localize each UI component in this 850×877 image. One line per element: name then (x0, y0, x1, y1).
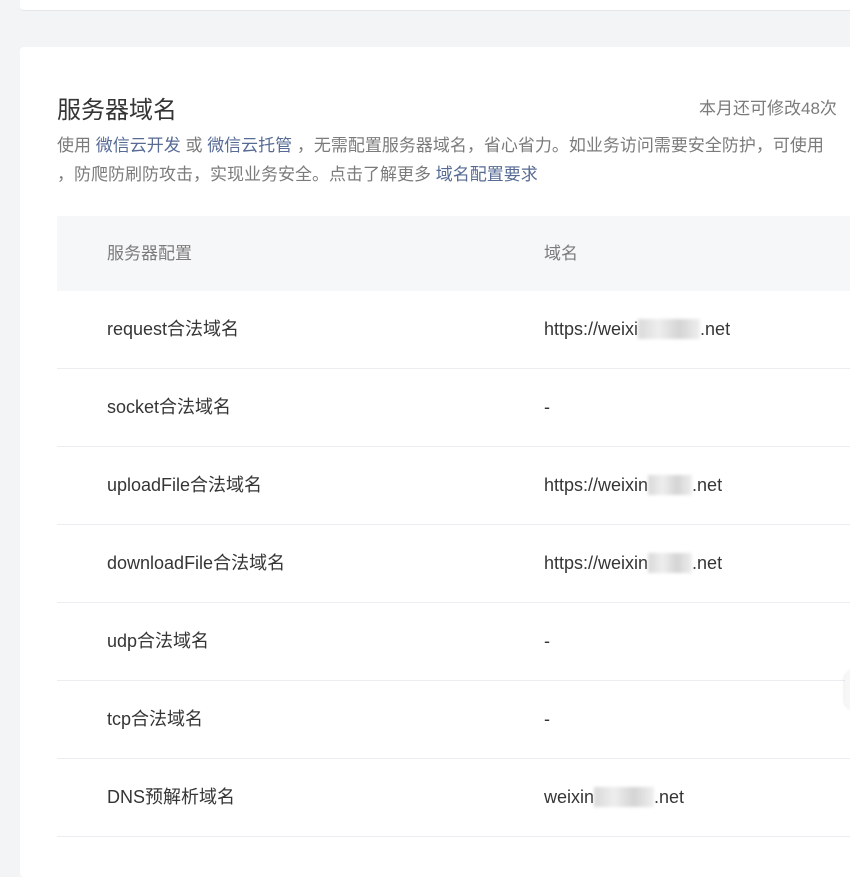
domain-prefix: https://weixi (544, 319, 639, 339)
row-config-label: uploadFile合法域名 (107, 475, 263, 495)
row-config-label: socket合法域名 (107, 397, 232, 417)
table-row: request合法域名 https://weixi .net (57, 291, 850, 369)
domain-prefix: - (544, 631, 550, 651)
domain-suffix: .net (654, 787, 685, 807)
domain-prefix: - (544, 397, 550, 417)
masked-domain (638, 318, 701, 339)
table-row: DNS预解析域名 weixin .net (57, 759, 850, 837)
floating-side-tab[interactable] (845, 670, 850, 710)
desc-mid: ，无需配置服务器域名，省心省力。如业务访问需要安全防护，可使用 (292, 136, 824, 155)
row-domain-value: - (544, 681, 550, 758)
header-domain: 域名 (544, 244, 578, 263)
domain-table: 服务器配置 域名 request合法域名 https://weixi .net s… (57, 216, 850, 837)
row-config-label: downloadFile合法域名 (107, 553, 286, 573)
row-config-label: tcp合法域名 (107, 709, 204, 729)
domain-prefix: https://weixin (544, 475, 649, 495)
masked-domain (648, 552, 693, 573)
row-domain-value: https://weixi .net (544, 291, 730, 368)
domain-prefix: - (544, 709, 550, 729)
description-line-1: 使用 微信云开发 或 微信云托管 ，无需配置服务器域名，省心省力。如业务访问需要… (57, 131, 850, 160)
table-row: socket合法域名 - (57, 369, 850, 447)
row-domain-value: https://weixin .net (544, 447, 722, 524)
description-line-2: ，防爬防刷防攻击，实现业务安全。点击了解更多 域名配置要求 (57, 160, 850, 189)
row-config-label: DNS预解析域名 (107, 787, 236, 807)
row-domain-value: - (544, 603, 550, 680)
domain-prefix: weixin (544, 787, 595, 807)
row-domain-value: https://weixin .net (544, 525, 722, 602)
cloud-dev-link[interactable]: 微信云开发 (96, 136, 181, 155)
row-config-label: request合法域名 (107, 319, 240, 339)
desc-prefix: 使用 (57, 136, 96, 155)
table-row: downloadFile合法域名 https://weixin .net (57, 525, 850, 603)
desc-line2: ，防爬防刷防攻击，实现业务安全。点击了解更多 (57, 165, 436, 184)
cloud-host-link[interactable]: 微信云托管 (207, 136, 292, 155)
domain-prefix: https://weixin (544, 553, 649, 573)
masked-domain (648, 474, 693, 495)
row-config-label: udp合法域名 (107, 631, 210, 651)
table-row: udp合法域名 - (57, 603, 850, 681)
desc-or: 或 (180, 136, 208, 155)
section-description: 使用 微信云开发 或 微信云托管 ，无需配置服务器域名，省心省力。如业务访问需要… (57, 131, 850, 189)
server-domain-card: 服务器域名 本月还可修改48次 使用 微信云开发 或 微信云托管 ，无需配置服务… (20, 47, 850, 877)
domain-suffix: .net (692, 553, 723, 573)
previous-card (20, 0, 850, 11)
section-title: 服务器域名 (57, 97, 177, 124)
row-domain-value: - (544, 369, 550, 446)
domain-requirements-link[interactable]: 域名配置要求 (436, 165, 538, 184)
modification-quota: 本月还可修改48次 (699, 99, 837, 118)
masked-domain (594, 786, 655, 807)
domain-suffix: .net (700, 319, 731, 339)
table-header: 服务器配置 域名 (57, 216, 850, 291)
table-row: uploadFile合法域名 https://weixin .net (57, 447, 850, 525)
table-row: tcp合法域名 - (57, 681, 850, 759)
domain-suffix: .net (692, 475, 723, 495)
header-server-config: 服务器配置 (107, 244, 192, 263)
row-domain-value: weixin .net (544, 759, 684, 836)
